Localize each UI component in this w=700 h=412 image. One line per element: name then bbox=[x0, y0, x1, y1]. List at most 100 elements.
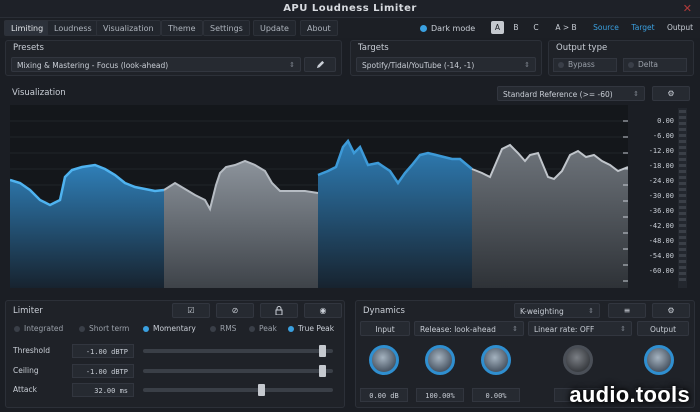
unlink-button[interactable]: ⊘ bbox=[216, 303, 254, 318]
scale-label: -6.00 bbox=[652, 132, 674, 140]
output-button[interactable]: Output bbox=[637, 321, 689, 336]
linear-rate-dropdown[interactable]: Linear rate: OFF ⇕ bbox=[528, 321, 632, 336]
scale-label: -60.00 bbox=[648, 267, 674, 275]
presets-value: Mixing & Mastering - Focus (look-ahead) bbox=[17, 61, 169, 70]
lock-icon bbox=[275, 306, 283, 315]
tab-about[interactable]: About bbox=[300, 20, 338, 36]
tab-visualization[interactable]: Visualization bbox=[96, 20, 161, 36]
release-value-field[interactable]: 100.00% bbox=[416, 388, 464, 402]
scale-label: -42.00 bbox=[648, 222, 674, 230]
scale-label: -12.00 bbox=[648, 147, 674, 155]
attack-field[interactable]: 32.00 ms bbox=[72, 383, 134, 397]
meter-segments bbox=[679, 110, 686, 281]
input-gain-knob[interactable] bbox=[369, 345, 399, 375]
lock-button[interactable] bbox=[260, 303, 298, 318]
mode-label: Momentary bbox=[153, 324, 196, 333]
input-gain-value[interactable]: 0.00 dB bbox=[360, 388, 408, 402]
view-button[interactable]: ◉ bbox=[304, 303, 342, 318]
mode-rms[interactable]: RMS bbox=[206, 322, 246, 336]
targets-value: Spotify/Tidal/YouTube (-14, -1) bbox=[362, 61, 475, 70]
threshold-field[interactable]: -1.00 dBTP bbox=[72, 344, 134, 358]
targets-dropdown[interactable]: Spotify/Tidal/YouTube (-14, -1) ⇕ bbox=[356, 57, 536, 72]
radio-indicator-icon bbox=[249, 326, 255, 332]
ceiling-slider[interactable] bbox=[143, 365, 333, 377]
delta-toggle[interactable]: Delta bbox=[623, 58, 687, 72]
dynamics-knob[interactable] bbox=[563, 345, 593, 375]
ceiling-label: Ceiling bbox=[13, 366, 39, 375]
attack-slider[interactable] bbox=[143, 384, 333, 396]
mode-peak[interactable]: Peak bbox=[245, 322, 283, 336]
check-icon: ☑ bbox=[187, 306, 195, 315]
unlink-icon: ⊘ bbox=[231, 306, 239, 315]
slider-handle[interactable] bbox=[318, 345, 326, 357]
attack-label: Attack bbox=[13, 385, 37, 394]
scale-label: -18.00 bbox=[648, 162, 674, 170]
updown-arrows-icon: ⇕ bbox=[524, 61, 530, 69]
gear-icon: ⚙ bbox=[667, 89, 675, 98]
mode-label: RMS bbox=[220, 324, 237, 333]
reference-dropdown[interactable]: Standard Reference (>= -60) ⇕ bbox=[497, 86, 645, 101]
release-dropdown[interactable]: Release: look-ahead ⇕ bbox=[414, 321, 524, 336]
slider-handle[interactable] bbox=[258, 384, 266, 396]
edit-preset-button[interactable] bbox=[304, 57, 336, 72]
tab-update[interactable]: Update bbox=[253, 20, 296, 36]
radio-indicator-icon bbox=[288, 326, 294, 332]
output-level-meter bbox=[678, 108, 687, 288]
dark-mode-toggle[interactable]: Dark mode bbox=[420, 22, 475, 34]
updown-arrows-icon: ⇕ bbox=[588, 307, 594, 315]
mode-true-peak[interactable]: True Peak bbox=[284, 322, 342, 336]
tab-settings[interactable]: Settings bbox=[203, 20, 250, 36]
presets-dropdown[interactable]: Mixing & Mastering - Focus (look-ahead) … bbox=[11, 57, 301, 72]
waveform-svg bbox=[10, 120, 628, 288]
enable-limiter-button[interactable]: ☑ bbox=[172, 303, 210, 318]
scale-label: -30.00 bbox=[648, 192, 674, 200]
visualization-settings-button[interactable]: ⚙ bbox=[652, 86, 690, 101]
tab-loudness[interactable]: Loudness bbox=[47, 20, 99, 36]
gear-icon: ⚙ bbox=[667, 306, 675, 315]
monitor-output-button[interactable]: Output bbox=[664, 21, 696, 34]
mode-label: Integrated bbox=[24, 324, 64, 333]
updown-arrows-icon: ⇕ bbox=[633, 90, 639, 98]
loudness-history-graph bbox=[10, 105, 628, 288]
monitor-target-button[interactable]: Target bbox=[628, 21, 658, 34]
linear-rate-value-field[interactable]: 0.00% bbox=[472, 388, 520, 402]
state-c-button[interactable]: C bbox=[531, 21, 541, 34]
release-knob[interactable] bbox=[425, 345, 455, 375]
bypass-toggle[interactable]: Bypass bbox=[553, 58, 617, 72]
delta-indicator-icon bbox=[628, 62, 634, 68]
tab-theme[interactable]: Theme bbox=[161, 20, 203, 36]
visualization-label: Visualization bbox=[12, 88, 66, 98]
dynamics-tuning-button[interactable]: ≡ bbox=[608, 303, 646, 318]
toggle-indicator-icon bbox=[420, 24, 427, 32]
output-type-label: Output type bbox=[556, 43, 608, 53]
weighting-dropdown[interactable]: K-weighting ⇕ bbox=[514, 303, 600, 318]
threshold-label: Threshold bbox=[13, 346, 50, 355]
mode-momentary[interactable]: Momentary bbox=[139, 322, 201, 336]
radio-indicator-icon bbox=[210, 326, 216, 332]
linear-rate-knob[interactable] bbox=[481, 345, 511, 375]
presets-panel: Presets Mixing & Mastering - Focus (look… bbox=[5, 40, 342, 76]
threshold-slider[interactable] bbox=[143, 345, 333, 357]
scale-label: 0.00 bbox=[657, 117, 674, 125]
dynamics-settings-button[interactable]: ⚙ bbox=[652, 303, 690, 318]
radio-indicator-icon bbox=[143, 326, 149, 332]
watermark-logo: audio.tools bbox=[569, 382, 690, 407]
output-gain-knob[interactable] bbox=[644, 345, 674, 375]
state-b-button[interactable]: B bbox=[511, 21, 521, 34]
eye-icon: ◉ bbox=[319, 306, 327, 315]
ceiling-field[interactable]: -1.00 dBTP bbox=[72, 364, 134, 378]
slider-handle[interactable] bbox=[318, 365, 326, 377]
close-icon[interactable]: ✕ bbox=[683, 2, 692, 15]
input-button[interactable]: Input bbox=[360, 321, 410, 336]
tab-limiting[interactable]: Limiting bbox=[4, 20, 51, 36]
mode-integrated[interactable]: Integrated bbox=[10, 322, 70, 336]
bypass-indicator-icon bbox=[558, 62, 564, 68]
state-a-button[interactable]: A bbox=[491, 21, 504, 34]
targets-label: Targets bbox=[358, 43, 389, 53]
monitor-source-button[interactable]: Source bbox=[590, 21, 622, 34]
copy-a-to-b-button[interactable]: A > B bbox=[553, 21, 579, 34]
scale-label: -24.00 bbox=[648, 177, 674, 185]
targets-panel: Targets Spotify/Tidal/YouTube (-14, -1) … bbox=[350, 40, 542, 76]
mode-short-term[interactable]: Short term bbox=[75, 322, 137, 336]
mode-label: True Peak bbox=[298, 324, 335, 333]
